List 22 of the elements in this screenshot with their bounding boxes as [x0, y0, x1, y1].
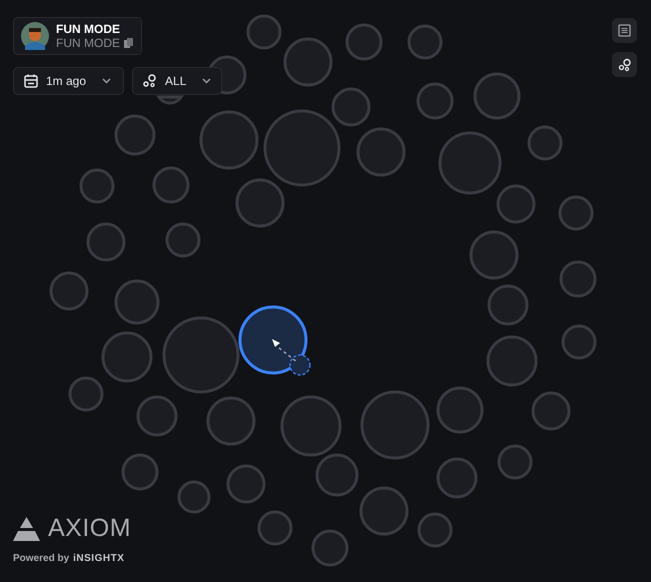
vendor-name: iNSIGHTX [73, 552, 124, 566]
profile-name: FUN MODE [56, 22, 121, 36]
avatar [21, 22, 49, 50]
caret-icon [102, 78, 112, 84]
bubble-view-button[interactable] [612, 52, 637, 77]
calendar-icon [24, 74, 38, 88]
powered-by-label: Powered by [13, 552, 70, 566]
bubble[interactable] [238, 306, 308, 374]
copy-icon[interactable] [124, 38, 133, 48]
profile-card[interactable]: FUN MODE FUN MODE [13, 17, 142, 55]
drop-target [289, 354, 311, 376]
cursor-arrow [272, 339, 298, 363]
bubbles-icon [618, 58, 632, 72]
group-filter[interactable]: ALL [132, 67, 222, 95]
profile-subtitle: FUN MODE [56, 36, 120, 50]
brand-name: AXIOM [48, 516, 132, 541]
bubbles-icon [143, 74, 158, 88]
list-icon [618, 24, 631, 37]
logo-icon [13, 516, 40, 540]
time-filter[interactable]: 1m ago [13, 67, 124, 95]
caret-icon [202, 78, 212, 84]
list-view-button[interactable] [612, 18, 637, 43]
